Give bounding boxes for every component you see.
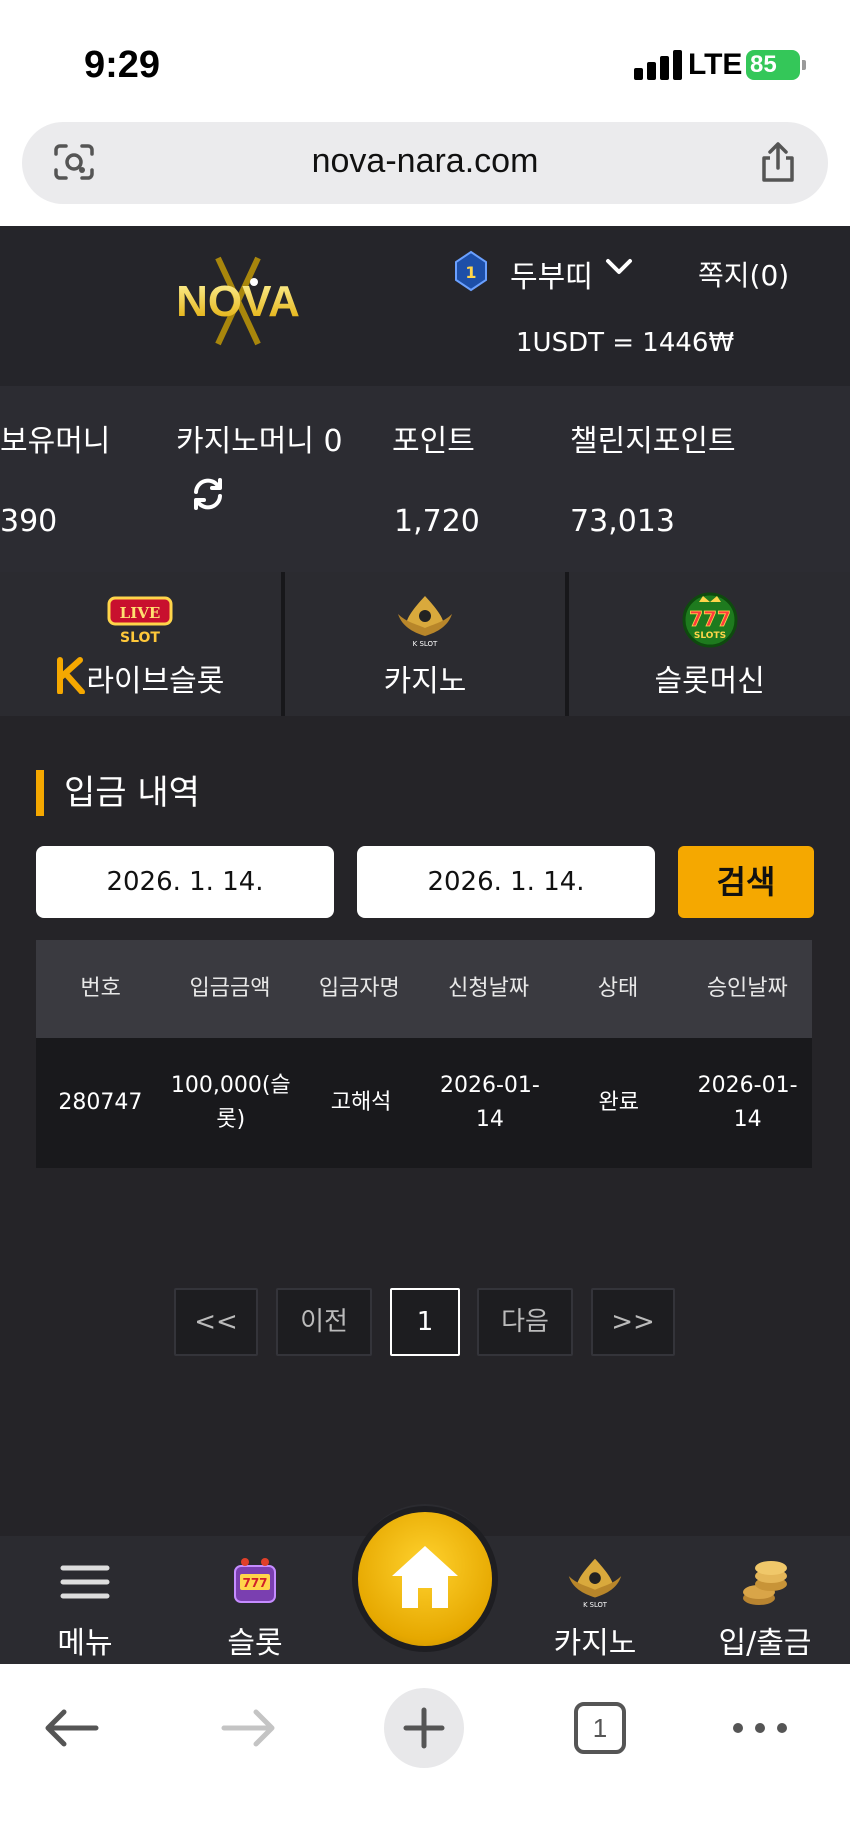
page-1-button[interactable]: 1 [390, 1288, 460, 1356]
tab-label: 슬롯머신 [654, 664, 765, 699]
nav-deposit-withdraw[interactable]: 입/출금 [680, 1536, 850, 1664]
level-badge-icon: 1 [455, 250, 487, 292]
tab-count: 1 [574, 1702, 626, 1754]
page-title: 입금 내역 [36, 770, 200, 816]
tab-live-slot[interactable]: LIVE SLOT 라이브슬롯 [0, 572, 285, 716]
col-depositor: 입금자명 [318, 976, 400, 1001]
tab-label: 카지노 [383, 664, 467, 699]
table-header: 번호 입금금액 입금자명 신청날짜 상태 승인날짜 [36, 940, 812, 1038]
nav-label: 메뉴 [57, 1626, 113, 1661]
held-money-label: 보유머니 [0, 424, 111, 459]
status-time: 9:29 [84, 44, 161, 86]
refresh-icon[interactable] [190, 476, 226, 512]
address-bar[interactable]: nova-nara.com [22, 122, 828, 204]
casino-money-label: 카지노머니 0 [176, 424, 343, 459]
cell-request-date: 2026-01-14 [439, 1073, 540, 1132]
chevron-down-icon[interactable] [604, 256, 634, 278]
nav-menu[interactable]: 메뉴 [0, 1536, 170, 1664]
challenge-points-value: 73,013 [570, 504, 675, 539]
tab-casino[interactable]: K SLOT 카지노 [284, 572, 570, 716]
table-row: 280747 100,000(슬롯) 고해석 2026-01-14 완료 202… [36, 1038, 812, 1168]
signal-icon [634, 50, 682, 80]
site-header: NOVA 1 두부띠 쪽지(0) 1USDT = 1446₩ [0, 226, 850, 386]
col-approval-date: 승인날짜 [706, 976, 788, 1001]
game-category-tabs: LIVE SLOT 라이브슬롯 K SLOT 카지노 777 SLOTS 슬롯머… [0, 572, 850, 716]
live-slot-icon: LIVE SLOT [107, 596, 173, 646]
plus-icon [403, 1707, 445, 1749]
prev-page-button[interactable]: 이전 [276, 1288, 372, 1356]
next-page-button[interactable]: 다음 [477, 1288, 573, 1356]
username[interactable]: 두부띠 [510, 252, 593, 296]
cell-number: 280747 [58, 1090, 143, 1115]
hamburger-menu-icon [60, 1565, 110, 1599]
tabs-button[interactable]: 1 [560, 1688, 640, 1768]
tab-label: 라이브슬롯 [86, 664, 225, 699]
svg-text:SLOT: SLOT [120, 630, 160, 646]
new-tab-button[interactable] [384, 1688, 464, 1768]
end-date-input[interactable]: 2026. 1. 14. [357, 846, 655, 918]
nav-casino[interactable]: K SLOT 카지노 [510, 1536, 680, 1664]
share-icon[interactable] [758, 140, 798, 184]
deposit-history-table: 번호 입금금액 입금자명 신청날짜 상태 승인날짜 280747 100,000… [36, 940, 812, 1168]
tab-slot-machine[interactable]: 777 SLOTS 슬롯머신 [569, 572, 850, 716]
cell-amount: 100,000(슬롯) [170, 1073, 291, 1132]
cell-status: 완료 [598, 1090, 639, 1115]
forward-arrow-icon[interactable] [208, 1688, 288, 1768]
points-value: 1,720 [394, 504, 480, 539]
col-status: 상태 [597, 976, 639, 1001]
svg-text:777: 777 [242, 1576, 267, 1590]
status-bar: 9:29 LTE 85 [0, 0, 850, 120]
cell-approval-date: 2026-01-14 [697, 1073, 798, 1132]
url-text[interactable]: nova-nara.com [22, 142, 828, 181]
browser-toolbar: 1 [0, 1664, 850, 1841]
svg-text:1: 1 [465, 263, 476, 282]
more-options-icon[interactable] [720, 1688, 800, 1768]
points-label: 포인트 [392, 424, 475, 459]
svg-text:LIVE: LIVE [120, 604, 161, 622]
col-request-date: 신청날짜 [448, 976, 530, 1001]
nav-slot[interactable]: 777 슬롯 [170, 1536, 340, 1664]
svg-text:SLOTS: SLOTS [694, 631, 726, 641]
balance-panel: 보유머니 390 카지노머니 0 포인트 1,720 챌린지포인트 73,013 [0, 386, 850, 572]
network-type: LTE [688, 48, 743, 81]
battery-icon: 85 [746, 50, 806, 80]
nav-label: 카지노 [553, 1626, 637, 1661]
svg-text:K SLOT: K SLOT [413, 640, 438, 648]
nova-logo[interactable]: NOVA [148, 256, 328, 346]
browser-url-area: nova-nara.com [0, 120, 850, 226]
nav-label: 입/출금 [718, 1626, 812, 1661]
col-amount: 입금금액 [189, 976, 271, 1001]
nav-label: 슬롯 [227, 1626, 283, 1661]
home-button[interactable] [358, 1512, 492, 1646]
coins-icon [743, 1561, 787, 1605]
logo-text: NOVA [176, 277, 300, 326]
search-button[interactable]: 검색 [678, 846, 814, 918]
home-icon [392, 1546, 458, 1608]
k-slot-icon: K SLOT [568, 1558, 622, 1609]
777-slots-icon: 777 SLOTS [682, 592, 738, 648]
back-arrow-icon[interactable] [32, 1688, 112, 1768]
exchange-rate: 1USDT = 1446₩ [516, 328, 735, 358]
k-slot-icon: K SLOT [398, 596, 452, 648]
svg-text:K SLOT: K SLOT [583, 1601, 608, 1609]
svg-text:777: 777 [689, 607, 731, 631]
start-date-input[interactable]: 2026. 1. 14. [36, 846, 334, 918]
last-page-button[interactable]: >> [591, 1288, 675, 1356]
messages-link[interactable]: 쪽지(0) [698, 254, 789, 294]
cell-depositor: 고해석 [330, 1090, 392, 1115]
col-number: 번호 [80, 976, 121, 1001]
first-page-button[interactable]: << [174, 1288, 258, 1356]
held-money-value: 390 [0, 504, 58, 539]
challenge-points-label: 챌린지포인트 [570, 424, 736, 459]
slot-machine-icon: 777 [234, 1558, 276, 1603]
